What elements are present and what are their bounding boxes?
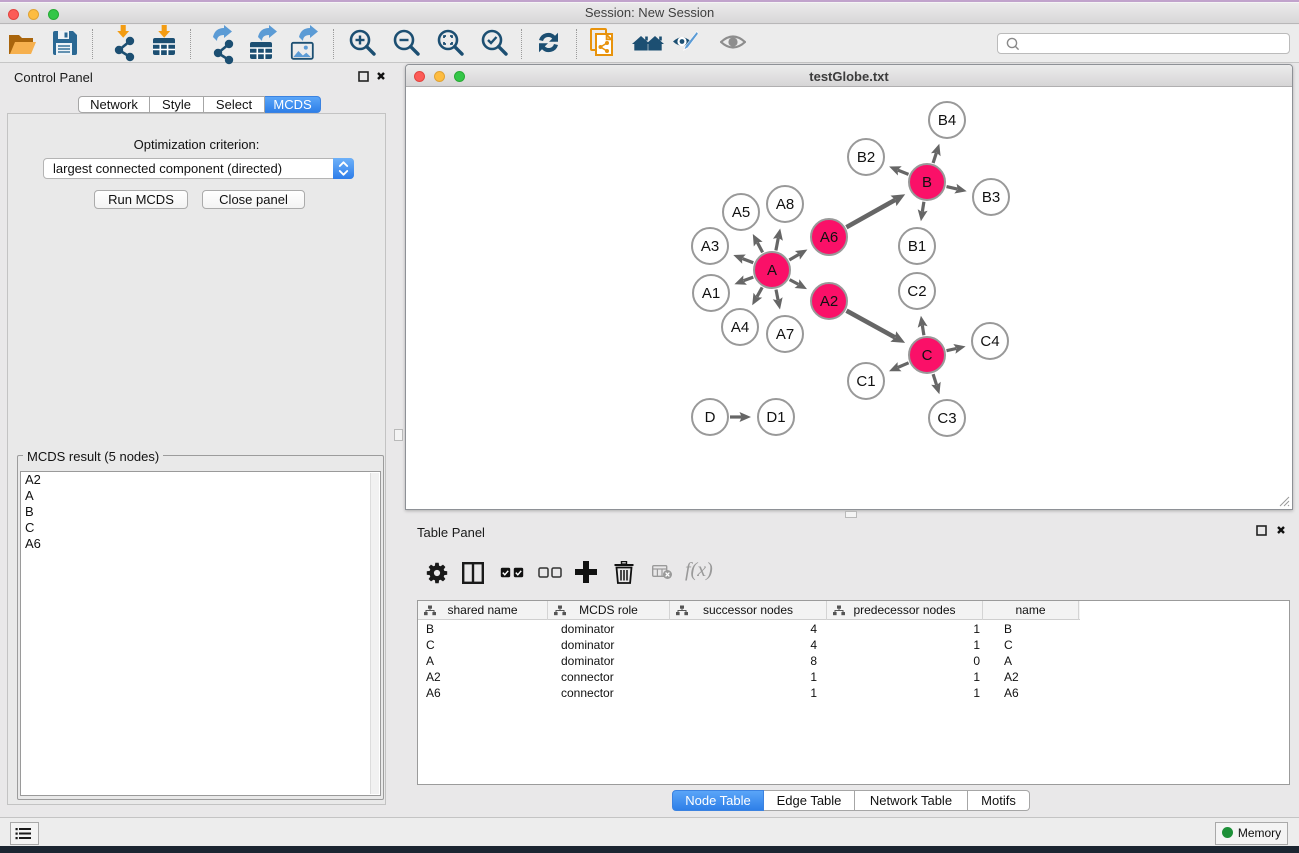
svg-text:f(x): f(x) xyxy=(685,560,713,581)
svg-text:C2: C2 xyxy=(907,283,926,300)
svg-text:A3: A3 xyxy=(701,238,719,255)
svg-text:A7: A7 xyxy=(776,326,794,343)
svg-text:B4: B4 xyxy=(938,112,956,129)
svg-text:A: A xyxy=(767,262,777,279)
svg-text:C3: C3 xyxy=(937,410,956,427)
svg-text:A4: A4 xyxy=(731,319,749,336)
svg-text:B3: B3 xyxy=(982,189,1000,206)
svg-text:A1: A1 xyxy=(702,285,720,302)
svg-text:B1: B1 xyxy=(908,238,926,255)
svg-text:A5: A5 xyxy=(732,204,750,221)
svg-text:C4: C4 xyxy=(980,333,999,350)
svg-text:C1: C1 xyxy=(856,373,875,390)
svg-text:B: B xyxy=(922,174,932,191)
svg-text:A2: A2 xyxy=(820,293,838,310)
svg-text:D1: D1 xyxy=(766,409,785,426)
svg-text:C: C xyxy=(922,347,933,364)
svg-text:D: D xyxy=(705,409,716,426)
svg-text:B2: B2 xyxy=(857,149,875,166)
svg-text:A8: A8 xyxy=(776,196,794,213)
svg-text:A6: A6 xyxy=(820,229,838,246)
